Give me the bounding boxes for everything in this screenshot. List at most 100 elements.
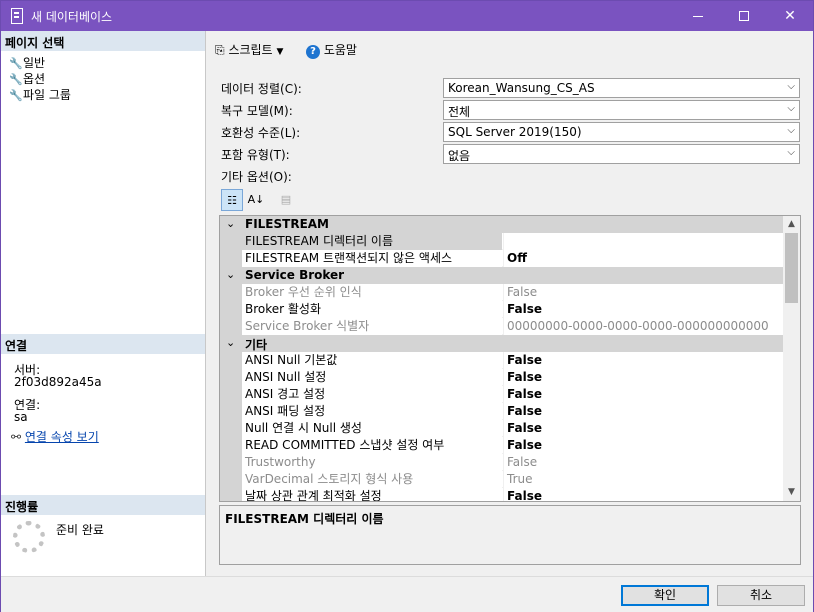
property-value: False	[503, 284, 783, 301]
chevron-down-icon: ▼	[276, 47, 284, 57]
help-button[interactable]: ? 도움말	[306, 41, 357, 59]
compat-level-label: 호환성 수준(L):	[221, 126, 301, 140]
progress-status: 준비 완료	[56, 523, 104, 537]
chevron-down-icon: ⌄	[226, 268, 236, 281]
window-title: 새 데이터베이스	[31, 10, 113, 24]
property-row[interactable]: FILESTREAM 디렉터리 이름	[220, 233, 783, 250]
property-name: Service Broker 식별자	[242, 318, 502, 335]
categorized-icon: ☷	[227, 194, 237, 207]
property-value: True	[503, 471, 783, 488]
property-name: Trustworthy	[242, 454, 502, 471]
wrench-icon: 🔧	[9, 89, 23, 102]
page-item-filegroups[interactable]: 🔧파일 그룹	[9, 86, 71, 103]
close-icon: ✕	[784, 8, 796, 24]
vertical-scrollbar[interactable]: ▲ ▼	[783, 216, 800, 501]
property-pages-button[interactable]: ▤	[275, 189, 297, 211]
property-row[interactable]: READ COMMITTED 스냅샷 설정 여부 False	[220, 437, 783, 454]
close-button[interactable]: ✕	[767, 1, 813, 31]
wrench-icon: 🔧	[9, 73, 23, 86]
connection-value: sa	[14, 410, 28, 424]
server-value: 2f03d892a45a	[14, 375, 102, 389]
property-value[interactable]: False	[503, 437, 783, 454]
alphabetical-button[interactable]: A↓	[245, 189, 267, 211]
maximize-button[interactable]	[721, 1, 767, 31]
connection-icon: ⚯	[11, 430, 22, 444]
categorized-button[interactable]: ☷	[221, 189, 243, 211]
wrench-icon: 🔧	[9, 57, 23, 70]
dialog-window: 새 데이터베이스 ✕ 페이지 선택 🔧일반 🔧옵션 🔧파일 그룹 연결 서버: …	[0, 0, 814, 612]
property-row[interactable]: Service Broker 식별자 00000000-0000-0000-000…	[220, 318, 783, 335]
chevron-down-icon: ⌵	[787, 81, 795, 92]
script-button[interactable]: ⎘ 스크립트 ▼	[215, 41, 283, 58]
recovery-model-value: 전체	[448, 105, 471, 119]
property-grid: ⌄ FILESTREAM FILESTREAM 디렉터리 이름 FILESTREA…	[219, 215, 801, 502]
page-select-header: 페이지 선택	[1, 31, 205, 51]
main-panel: ⎘ 스크립트 ▼ ? 도움말 데이터 정렬(C): Korean_Wansung…	[207, 31, 813, 576]
property-row[interactable]: FILESTREAM 트랜잭션되지 않은 액세스 Off	[220, 250, 783, 267]
property-value[interactable]: False	[503, 369, 783, 386]
property-value[interactable]: False	[503, 488, 783, 501]
view-connection-link[interactable]: 연결 속성 보기	[25, 430, 99, 444]
property-pages-icon: ▤	[280, 193, 292, 206]
page-item-options[interactable]: 🔧옵션	[9, 70, 45, 87]
page-item-label: 옵션	[23, 72, 46, 86]
property-name: 날짜 상관 관계 최적화 설정	[242, 488, 502, 501]
containment-select[interactable]: 없음 ⌵	[443, 144, 800, 164]
property-value[interactable]: False	[503, 386, 783, 403]
property-name: FILESTREAM 디렉터리 이름	[242, 233, 502, 250]
collation-label: 데이터 정렬(C):	[221, 82, 302, 96]
chevron-down-icon: ⌵	[787, 125, 795, 136]
property-value: 00000000-0000-0000-0000-000000000000	[503, 318, 783, 335]
property-row[interactable]: ANSI Null 기본값 False	[220, 352, 783, 369]
property-row[interactable]: VarDecimal 스토리지 형식 사용 True	[220, 471, 783, 488]
property-value[interactable]: False	[503, 301, 783, 318]
property-row[interactable]: Broker 우선 순위 인식 False	[220, 284, 783, 301]
compat-level-value: SQL Server 2019(150)	[448, 125, 582, 139]
ok-button[interactable]: 확인	[621, 585, 709, 606]
category-label: 기타	[245, 338, 268, 352]
recovery-model-select[interactable]: 전체 ⌵	[443, 100, 800, 120]
category-misc[interactable]: ⌄ 기타	[220, 335, 783, 352]
compat-level-select[interactable]: SQL Server 2019(150) ⌵	[443, 122, 800, 142]
property-row[interactable]: Null 연결 시 Null 생성 False	[220, 420, 783, 437]
maximize-icon	[739, 11, 749, 21]
page-item-general[interactable]: 🔧일반	[9, 54, 45, 71]
property-name: ANSI 패딩 설정	[242, 403, 502, 420]
other-options-label: 기타 옵션(O):	[221, 170, 292, 184]
scrollbar-thumb[interactable]	[785, 233, 798, 303]
property-row[interactable]: Trustworthy False	[220, 454, 783, 471]
recovery-model-label: 복구 모델(M):	[221, 104, 293, 118]
minimize-button[interactable]	[675, 1, 721, 31]
minimize-icon	[693, 15, 703, 17]
property-value[interactable]	[503, 233, 783, 250]
collation-value: Korean_Wansung_CS_AS	[448, 81, 595, 95]
chevron-down-icon: ⌵	[787, 147, 795, 158]
sort-az-icon: A↓	[247, 193, 265, 206]
category-filestream[interactable]: ⌄ FILESTREAM	[220, 216, 783, 233]
property-row[interactable]: ANSI Null 설정 False	[220, 369, 783, 386]
left-panel: 페이지 선택 🔧일반 🔧옵션 🔧파일 그룹 연결 서버: 2f03d892a45…	[1, 31, 206, 576]
property-row[interactable]: ANSI 패딩 설정 False	[220, 403, 783, 420]
property-description: FILESTREAM 디렉터리 이름	[219, 505, 801, 565]
property-row[interactable]: 날짜 상관 관계 최적화 설정 False	[220, 488, 783, 501]
property-name: Broker 활성화	[242, 301, 502, 318]
property-value[interactable]: False	[503, 420, 783, 437]
property-value[interactable]: Off	[503, 250, 783, 267]
category-label: FILESTREAM	[245, 217, 329, 231]
connection-header: 연결	[1, 334, 205, 354]
cancel-button[interactable]: 취소	[717, 585, 805, 606]
property-value[interactable]: False	[503, 352, 783, 369]
help-icon: ?	[306, 45, 320, 59]
property-value[interactable]: False	[503, 403, 783, 420]
category-service-broker[interactable]: ⌄ Service Broker	[220, 267, 783, 284]
property-row[interactable]: ANSI 경고 설정 False	[220, 386, 783, 403]
script-icon: ⎘	[215, 43, 225, 57]
view-connection-properties[interactable]: ⚯ 연결 속성 보기	[11, 431, 99, 443]
property-row[interactable]: Broker 활성화 False	[220, 301, 783, 318]
title-bar: 새 데이터베이스 ✕	[1, 1, 813, 31]
scroll-up-icon[interactable]: ▲	[783, 216, 800, 233]
scroll-down-icon[interactable]: ▼	[783, 484, 800, 501]
collation-select[interactable]: Korean_Wansung_CS_AS ⌵	[443, 78, 800, 98]
containment-value: 없음	[448, 149, 471, 163]
property-name: Null 연결 시 Null 생성	[242, 420, 502, 437]
